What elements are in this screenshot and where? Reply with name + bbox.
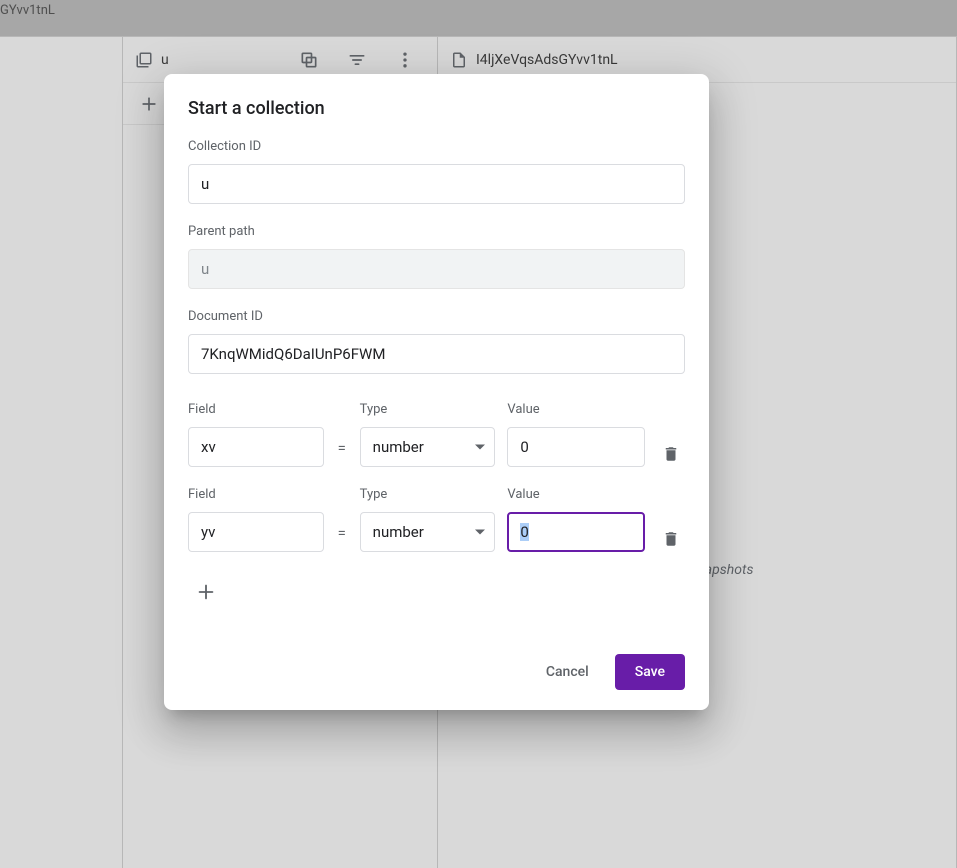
add-field-button[interactable] bbox=[186, 572, 226, 612]
field-value-input[interactable] bbox=[507, 427, 645, 467]
value-label: Value bbox=[507, 402, 645, 417]
dialog-title: Start a collection bbox=[188, 98, 685, 119]
type-label: Type bbox=[360, 487, 496, 502]
trash-icon bbox=[662, 530, 680, 548]
collection-id-label: Collection ID bbox=[188, 139, 685, 154]
equals-sign: = bbox=[336, 524, 348, 552]
type-select[interactable] bbox=[360, 427, 496, 467]
chevron-down-icon bbox=[475, 530, 485, 535]
field-label: Field bbox=[188, 402, 324, 417]
document-id-input[interactable] bbox=[188, 334, 685, 374]
field-row: Field = Type Value bbox=[188, 402, 685, 467]
field-value-input[interactable]: 0 bbox=[507, 512, 645, 552]
document-id-label: Document ID bbox=[188, 309, 685, 324]
plus-icon bbox=[195, 581, 217, 603]
equals-sign: = bbox=[336, 439, 348, 467]
delete-field-button[interactable] bbox=[657, 445, 685, 467]
modal-overlay: Start a collection Collection ID Parent … bbox=[0, 0, 957, 868]
field-name-input[interactable] bbox=[188, 427, 324, 467]
trash-icon bbox=[662, 445, 680, 463]
save-button[interactable]: Save bbox=[615, 654, 685, 690]
type-select[interactable] bbox=[360, 512, 496, 552]
field-name-input[interactable] bbox=[188, 512, 324, 552]
chevron-down-icon bbox=[475, 445, 485, 450]
value-label: Value bbox=[507, 487, 645, 502]
field-label: Field bbox=[188, 487, 324, 502]
field-row: Field = Type Value 0 bbox=[188, 487, 685, 552]
type-label: Type bbox=[360, 402, 496, 417]
start-collection-dialog: Start a collection Collection ID Parent … bbox=[164, 74, 709, 710]
delete-field-button[interactable] bbox=[657, 530, 685, 552]
parent-path-input bbox=[188, 249, 685, 289]
parent-path-label: Parent path bbox=[188, 224, 685, 239]
cancel-button[interactable]: Cancel bbox=[528, 654, 607, 690]
collection-id-input[interactable] bbox=[188, 164, 685, 204]
